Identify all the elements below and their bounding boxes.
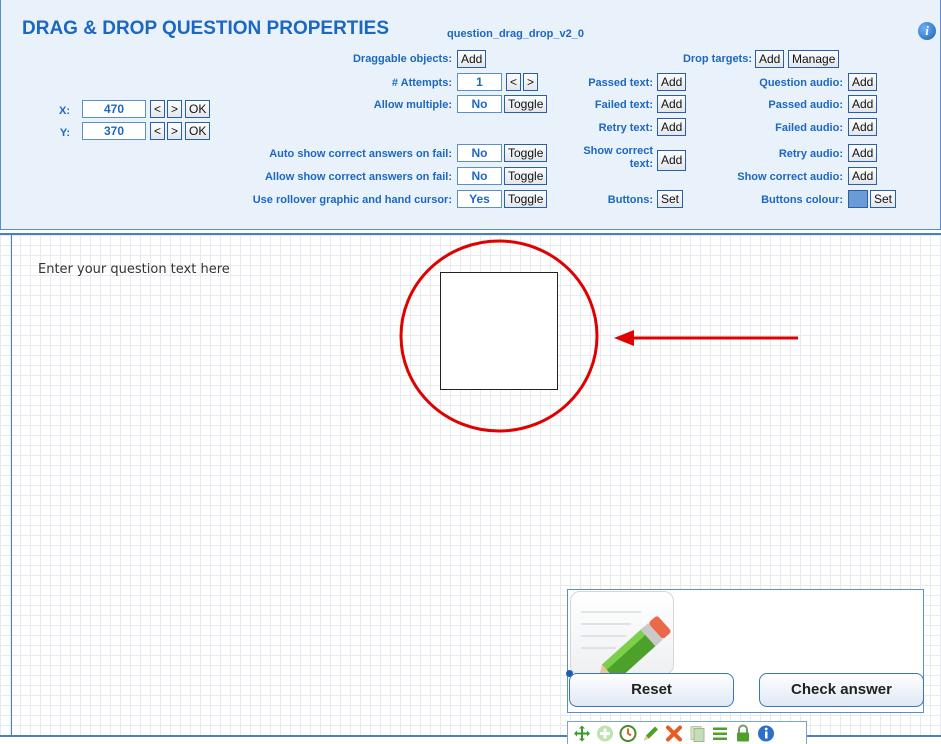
allow-show-label: Allow show correct answers on fail: [264,171,452,183]
drop-target-box[interactable] [440,272,558,390]
list-icon[interactable] [711,724,729,743]
panel-subtitle: question_drag_drop_v2_0 [447,28,584,40]
rollover-label: Use rollover graphic and hand cursor: [252,194,452,206]
failed-text-label: Failed text: [594,99,653,111]
allow-multiple-label: Allow multiple: [373,99,452,111]
attempts-prev-button[interactable]: < [506,73,522,91]
show-correct-audio-label: Show correct audio: [737,171,843,183]
allow-show-value: No [457,167,502,185]
question-audio-label: Question audio: [759,77,843,89]
check-answer-button[interactable]: Check answer [759,673,924,707]
add-question-audio-button[interactable]: Add [848,73,878,91]
draggable-objects-label: Draggable objects: [352,53,452,65]
show-correct-text-label-1: Show correct [583,145,653,157]
set-buttons-colour-button[interactable]: Set [870,190,897,208]
x-next-button[interactable]: > [167,100,183,118]
info-icon[interactable]: i [918,22,936,40]
question-text[interactable]: Enter your question text here [38,262,230,277]
lock-icon[interactable] [734,724,752,743]
drop-targets-label: Drop targets: [682,53,752,65]
buttons-colour-label: Buttons colour: [761,194,843,206]
add-show-correct-text-button[interactable]: Add [657,150,687,171]
y-label: Y: [59,127,70,139]
add-draggable-button[interactable]: Add [457,50,487,68]
passed-text-label: Passed text: [588,77,653,89]
clock-icon[interactable] [619,724,637,743]
add-failed-text-button[interactable]: Add [657,95,687,113]
panel-title: DRAG & DROP QUESTION PROPERTIES [22,18,390,39]
failed-audio-label: Failed audio: [775,122,843,134]
x-prev-button[interactable]: < [150,100,166,118]
edit-icon[interactable] [642,724,660,743]
reset-button[interactable]: Reset [569,673,734,707]
auto-show-label: Auto show correct answers on fail: [269,148,452,160]
stage-left-border [0,233,12,737]
set-buttons-button[interactable]: Set [657,190,684,208]
retry-text-label: Retry text: [598,122,653,134]
y-prev-button[interactable]: < [150,122,166,140]
retry-audio-label: Retry audio: [778,148,843,160]
manage-drop-targets-button[interactable]: Manage [788,50,840,68]
info-icon[interactable] [757,724,775,743]
show-correct-text-label-2: text: [629,158,653,170]
x-ok-button[interactable]: OK [185,100,211,118]
attempts-label: # Attempts: [391,77,452,89]
attempts-next-button[interactable]: > [523,73,539,91]
copy-icon[interactable] [688,724,706,743]
edit-toolbar [567,721,807,744]
auto-show-value: No [457,144,502,162]
y-next-button[interactable]: > [167,122,183,140]
delete-icon[interactable] [665,724,683,743]
y-input[interactable]: 370 [82,122,146,140]
passed-audio-label: Passed audio: [768,99,843,111]
attempts-value[interactable]: 1 [457,73,502,91]
move-icon[interactable] [573,724,591,743]
buttons-label: Buttons: [607,194,653,206]
add-retry-audio-button[interactable]: Add [848,144,878,162]
add-retry-text-button[interactable]: Add [657,118,687,136]
allow-multiple-value: No [457,95,502,113]
pencil-note-icon [570,591,674,675]
add-drop-target-button[interactable]: Add [755,50,785,68]
add-failed-audio-button[interactable]: Add [848,118,878,136]
add-passed-audio-button[interactable]: Add [848,95,878,113]
x-input[interactable]: 470 [82,100,146,118]
add-show-correct-audio-button[interactable]: Add [848,167,878,185]
x-label: X: [59,105,70,117]
add-icon[interactable] [596,724,614,743]
add-passed-text-button[interactable]: Add [657,73,687,91]
y-ok-button[interactable]: OK [185,122,211,140]
rollover-value: Yes [457,190,502,208]
buttons-colour-swatch[interactable] [848,190,868,208]
